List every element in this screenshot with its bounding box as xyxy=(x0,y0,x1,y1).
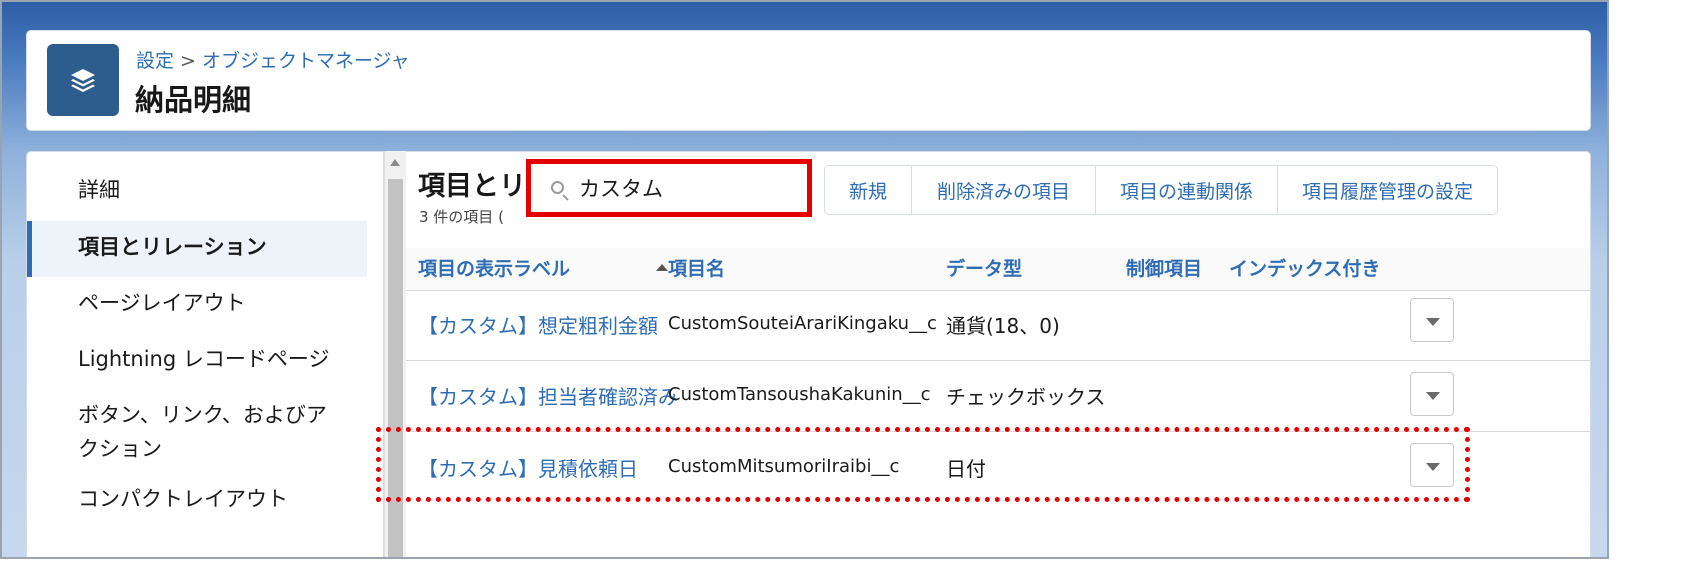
field-history-tracking-button[interactable]: 項目履歴管理の設定 xyxy=(1278,166,1497,214)
layers-icon xyxy=(47,44,119,116)
object-header: 設定 > オブジェクトマネージャ 納品明細 xyxy=(26,30,1591,131)
sidebar-item-page-layouts[interactable]: ページレイアウト xyxy=(27,286,367,320)
sidebar-item-label: Lightning レコードページ xyxy=(78,347,330,371)
field-api-name: CustomMitsumoriIraibi__c xyxy=(668,456,900,477)
sidebar-item-label: ページレイアウト xyxy=(78,291,246,315)
quick-find-search[interactable] xyxy=(526,159,812,217)
field-label-link[interactable]: 【カスタム】想定粗利金額 xyxy=(418,310,658,339)
field-data-type: 通貨(18、0) xyxy=(946,314,1060,338)
table-row: 【カスタム】担当者確認済み CustomTansoushaKakunin__c … xyxy=(406,361,1590,432)
table-row: 【カスタム】見積依頼日 CustomMitsumoriIraibi__c 日付 xyxy=(406,432,1590,506)
field-label-link[interactable]: 【カスタム】担当者確認済み xyxy=(418,381,678,410)
field-api-name: CustomTansoushaKakunin__c xyxy=(668,384,931,405)
sidebar-item-lightning-record-pages[interactable]: Lightning レコードページ xyxy=(27,342,367,376)
table-row: 【カスタム】想定粗利金額 CustomSouteiArariKingaku__c… xyxy=(406,290,1590,361)
action-button-group: 新規 削除済みの項目 項目の連動関係 項目履歴管理の設定 xyxy=(824,165,1498,215)
field-data-type: 日付 xyxy=(946,457,986,481)
deleted-fields-button[interactable]: 削除済みの項目 xyxy=(912,166,1096,214)
row-actions-dropdown[interactable] xyxy=(1410,298,1454,342)
sidebar-item-fields-relationships[interactable]: 項目とリレーション xyxy=(27,221,367,277)
sidebar: 詳細 項目とリレーション ページレイアウト Lightning レコードページ … xyxy=(26,151,384,557)
item-count: 3 件の項目 ( xyxy=(419,208,504,226)
breadcrumb-separator: > xyxy=(180,50,196,72)
field-data-type: チェックボックス xyxy=(946,385,1106,409)
sidebar-item-label: コンパクトレイアウト xyxy=(78,487,288,511)
field-api-name: CustomSouteiArariKingaku__c xyxy=(668,313,937,334)
breadcrumb-setup-link[interactable]: 設定 xyxy=(136,50,174,72)
breadcrumb-object-manager-link[interactable]: オブジェクトマネージャ xyxy=(202,50,410,72)
fields-panel: 項目とリ 3 件の項目 ( 新規 削除済みの項目 項目の連動関係 項目履歴管理の… xyxy=(406,151,1591,557)
sidebar-item-label: 項目とリレーション xyxy=(78,235,267,259)
column-header-data-type[interactable]: データ型 xyxy=(946,248,1022,290)
new-button[interactable]: 新規 xyxy=(825,166,912,214)
app-window: 設定 > オブジェクトマネージャ 納品明細 詳細 項目とリレーション ページレイアウ… xyxy=(0,0,1609,559)
field-dependencies-button[interactable]: 項目の連動関係 xyxy=(1096,166,1278,214)
sidebar-scrollbar[interactable] xyxy=(384,151,406,557)
row-actions-dropdown[interactable] xyxy=(1410,443,1454,487)
panel-title: 項目とリ xyxy=(418,171,526,202)
chevron-down-icon xyxy=(1426,463,1440,471)
column-header-controlling-field[interactable]: 制御項目 xyxy=(1126,248,1202,290)
sidebar-item-label: ボタン、リンク、およびア クション xyxy=(78,403,327,461)
scrollbar-thumb[interactable] xyxy=(388,179,403,557)
sidebar-item-label: 詳細 xyxy=(78,178,120,202)
chevron-down-icon xyxy=(1426,392,1440,400)
column-header-field-name[interactable]: 項目名 xyxy=(668,248,725,290)
field-label-link[interactable]: 【カスタム】見積依頼日 xyxy=(418,453,638,482)
column-header-field-label[interactable]: 項目の表示ラベル xyxy=(418,248,570,290)
sidebar-item-compact-layouts[interactable]: コンパクトレイアウト xyxy=(27,482,367,516)
breadcrumb: 設定 > オブジェクトマネージャ xyxy=(136,46,410,73)
column-header-indexed[interactable]: インデックス付き xyxy=(1229,248,1380,290)
sidebar-item-details[interactable]: 詳細 xyxy=(27,173,367,207)
search-input[interactable] xyxy=(577,172,791,204)
sidebar-item-buttons-links-actions[interactable]: ボタン、リンク、およびア クション xyxy=(27,398,367,466)
scroll-up-arrow-icon[interactable] xyxy=(390,159,400,166)
row-actions-dropdown[interactable] xyxy=(1410,372,1454,416)
page-title: 納品明細 xyxy=(135,83,252,117)
search-icon xyxy=(551,181,564,194)
sort-ascending-icon[interactable] xyxy=(656,264,668,271)
chevron-down-icon xyxy=(1426,318,1440,326)
